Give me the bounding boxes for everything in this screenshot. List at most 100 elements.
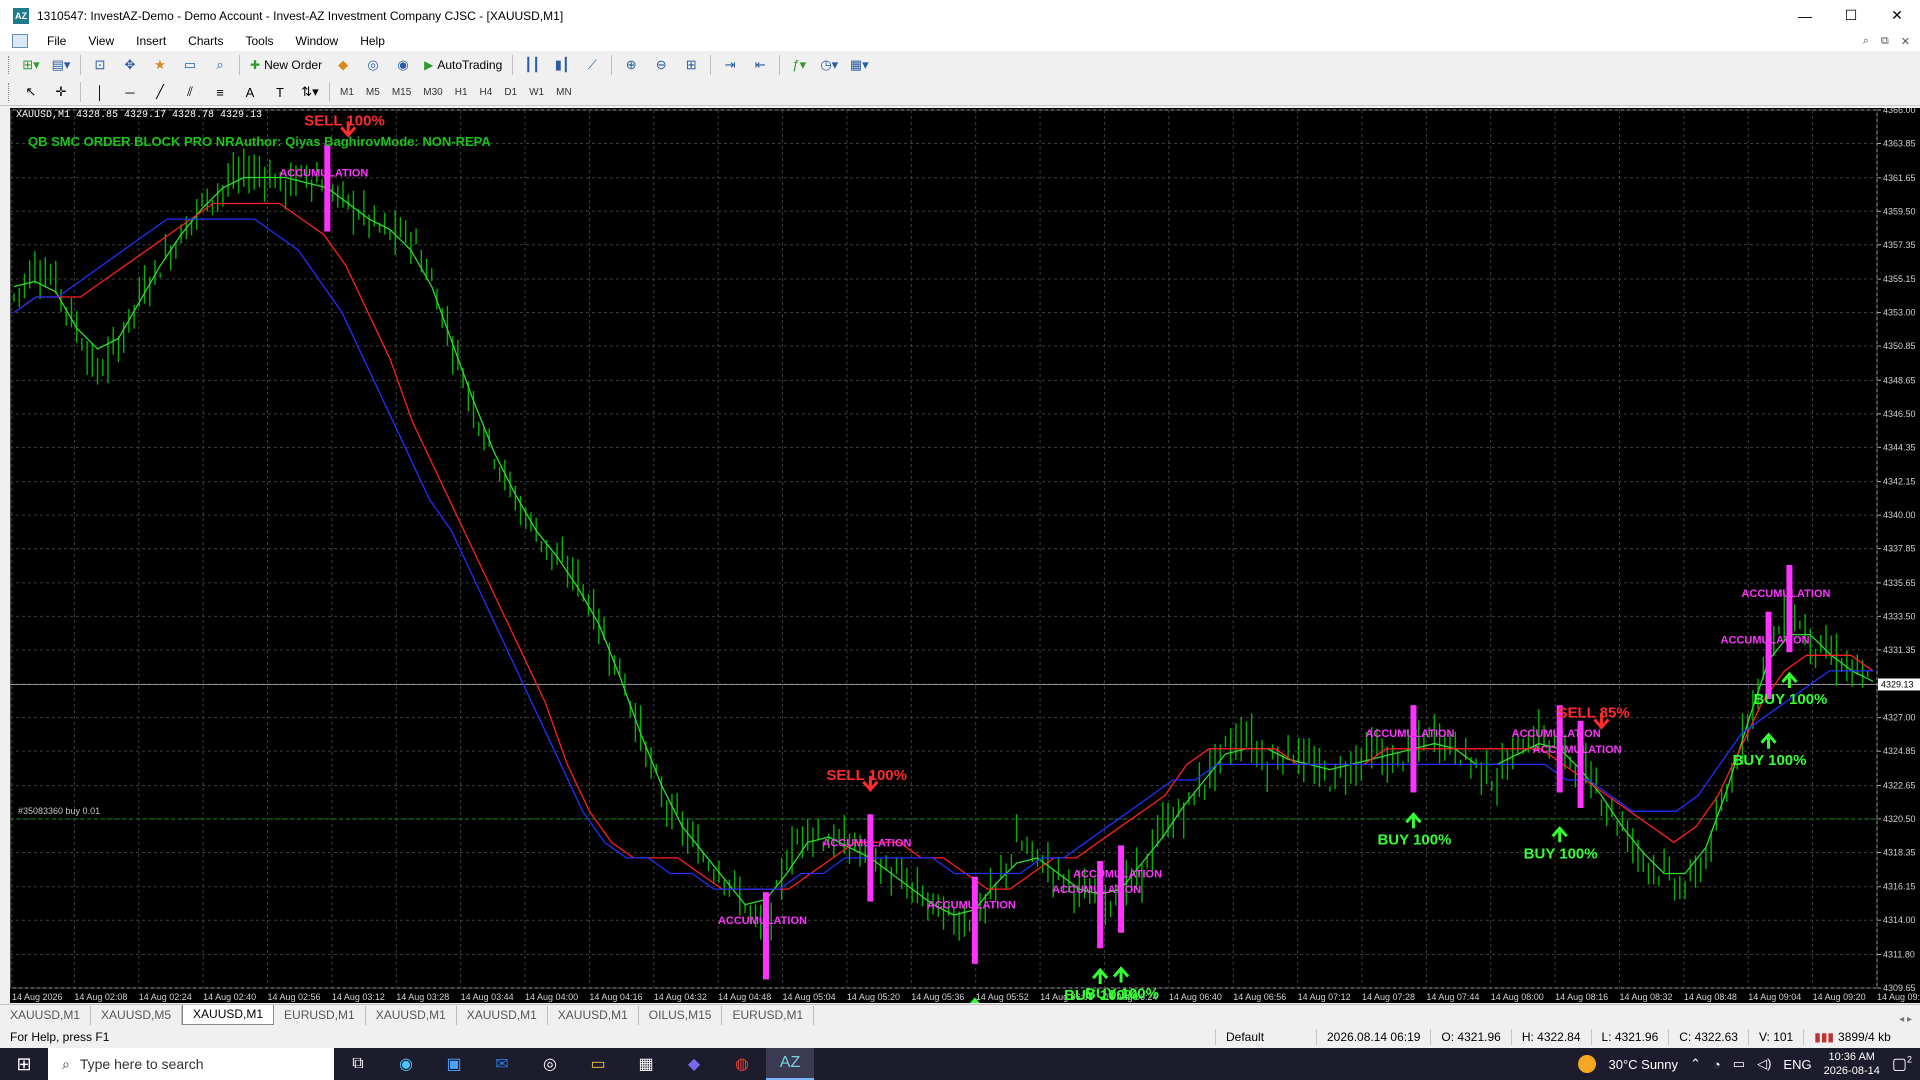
data-window-icon[interactable]: ✥: [117, 54, 143, 76]
text-icon[interactable]: A: [237, 81, 263, 103]
tab-chart-2[interactable]: XAUUSD,M5: [91, 1006, 183, 1025]
document-icon: [12, 34, 28, 48]
menu-file[interactable]: File: [36, 34, 77, 48]
close-child-icon[interactable]: ✕: [1901, 35, 1910, 48]
timeframe-m15[interactable]: M15: [386, 83, 417, 101]
tab-chart-6[interactable]: XAUUSD,M1: [457, 1006, 548, 1025]
trendline-icon[interactable]: ╱: [147, 81, 173, 103]
buy-signal-label: BUY 100%: [1085, 986, 1159, 1003]
language-indicator[interactable]: ENG: [1783, 1057, 1811, 1072]
file-explorer-icon[interactable]: ▭: [574, 1048, 622, 1080]
tab-chart-9[interactable]: EURUSD,M1: [722, 1006, 815, 1025]
templates-icon[interactable]: ▦▾: [846, 54, 872, 76]
tab-scroll-arrows[interactable]: ◂ ▸: [1899, 1014, 1912, 1025]
media-icon[interactable]: ◎: [526, 1048, 574, 1080]
volume-icon[interactable]: ◁): [1757, 1056, 1771, 1072]
periods-icon[interactable]: ◷▾: [816, 54, 842, 76]
menu-help[interactable]: Help: [349, 34, 396, 48]
tab-chart-7[interactable]: XAUUSD,M1: [548, 1006, 639, 1025]
price-tick-label: 4311.80: [1883, 950, 1915, 960]
timeframe-m5[interactable]: M5: [360, 83, 386, 101]
start-button[interactable]: ⊞: [0, 1048, 48, 1080]
market-watch-icon[interactable]: ⊡: [87, 54, 113, 76]
text-label-icon[interactable]: T: [267, 81, 293, 103]
menu-tools[interactable]: Tools: [235, 34, 285, 48]
weather-icon[interactable]: [1578, 1055, 1597, 1073]
crosshair-icon[interactable]: ✛: [48, 81, 74, 103]
tab-chart-4[interactable]: EURUSD,M1: [274, 1006, 366, 1025]
tab-chart-5[interactable]: XAUUSD,M1: [366, 1006, 457, 1025]
timeframe-h1[interactable]: H1: [449, 83, 474, 101]
menu-insert[interactable]: Insert: [125, 34, 177, 48]
metaeditor-icon[interactable]: ◆: [330, 54, 356, 76]
terminal-icon[interactable]: ▭: [177, 54, 203, 76]
tray-overflow-icon[interactable]: ⌃: [1690, 1056, 1701, 1072]
menu-window[interactable]: Window: [285, 34, 350, 48]
store-icon[interactable]: ▣: [430, 1048, 478, 1080]
menu-view[interactable]: View: [77, 34, 125, 48]
outlook-icon[interactable]: ✉: [478, 1048, 526, 1080]
network-icon[interactable]: ◔: [1713, 1057, 1721, 1072]
timeframe-m30[interactable]: M30: [417, 83, 448, 101]
open-order-label[interactable]: #35083360 buy 0.01: [18, 806, 100, 816]
channel-icon[interactable]: ⫽: [177, 81, 203, 103]
timeframe-d1[interactable]: D1: [498, 83, 523, 101]
fibonacci-icon[interactable]: ≡: [207, 81, 233, 103]
signals-icon[interactable]: ◎: [360, 54, 386, 76]
profiles-icon[interactable]: ▤▾: [48, 54, 74, 76]
vertical-line-icon[interactable]: │: [87, 81, 113, 103]
sell-signal-label: SELL 85%: [1557, 704, 1629, 721]
toolbar-grip[interactable]: [8, 83, 12, 101]
menu-charts[interactable]: Charts: [177, 34, 234, 48]
tab-chart-1[interactable]: XAUUSD,M1: [0, 1006, 92, 1025]
navigator-icon[interactable]: ★: [147, 54, 173, 76]
autotrading-button[interactable]: ▶ AutoTrading: [420, 54, 506, 76]
zoom-in-icon[interactable]: ⊕: [618, 54, 644, 76]
time-tick-label: 14 Aug 09:20: [1813, 992, 1866, 1002]
search-icon[interactable]: ⌕: [1863, 35, 1869, 48]
new-chart-icon[interactable]: ⊞▾: [18, 54, 44, 76]
horizontal-line-icon[interactable]: ─: [117, 81, 143, 103]
vps-icon[interactable]: ◉: [390, 54, 416, 76]
investaz-taskbar-icon[interactable]: AZ: [766, 1048, 814, 1080]
battery-icon[interactable]: ▭: [1733, 1056, 1745, 1072]
taskbar-search[interactable]: ⌕ Type here to search: [48, 1048, 334, 1080]
chart-shift-icon[interactable]: ⇤: [747, 54, 773, 76]
calculator-icon[interactable]: ▦: [622, 1048, 670, 1080]
auto-scroll-icon[interactable]: ⇥: [717, 54, 743, 76]
chart-canvas[interactable]: 4366.00 4363.85 4361.65 4359.50 4357.35 4355.…: [10, 108, 1920, 1003]
timeframe-m1[interactable]: M1: [334, 83, 360, 101]
indicators-icon[interactable]: ƒ▾: [786, 54, 812, 76]
clock[interactable]: 10:36 AM 2026-08-14: [1824, 1050, 1880, 1078]
chrome-icon[interactable]: ◍: [718, 1048, 766, 1080]
cursor-icon[interactable]: ↖: [18, 81, 44, 103]
timeframe-h4[interactable]: H4: [474, 83, 499, 101]
status-connection[interactable]: ▮▮▮ 3899/4 kb: [1803, 1029, 1901, 1045]
close-button[interactable]: ✕: [1874, 0, 1920, 31]
time-tick-label: 14 Aug 07:12: [1298, 992, 1351, 1002]
toolbar-grip[interactable]: [8, 56, 12, 74]
tab-chart-8[interactable]: OILUS,M15: [639, 1006, 723, 1025]
tab-chart-3-active[interactable]: XAUUSD,M1: [182, 1005, 275, 1025]
restore-child-icon[interactable]: ⧉: [1881, 35, 1889, 48]
timeframe-mn[interactable]: MN: [550, 83, 578, 101]
price-chart[interactable]: 4366.00 4363.85 4361.65 4359.50 4357.35 4355.…: [10, 108, 1920, 1003]
timeframe-w1[interactable]: W1: [523, 83, 550, 101]
standard-toolbar: ⊞▾ ▤▾ ⊡ ✥ ★ ▭ ⌕ ✚ New Order ◆ ◎ ◉ ▶ AutoTr…: [0, 51, 1920, 79]
new-order-button[interactable]: ✚ New Order: [246, 54, 326, 76]
bar-chart-icon[interactable]: ┃┃: [519, 54, 545, 76]
candlestick-icon[interactable]: ▮┃: [549, 54, 575, 76]
arrows-icon[interactable]: ⇅▾: [297, 81, 323, 103]
copilot-icon[interactable]: ◉: [382, 1048, 430, 1080]
strategy-tester-icon[interactable]: ⌕: [207, 54, 233, 76]
minimize-button[interactable]: —: [1782, 0, 1828, 31]
notifications-icon[interactable]: ▢2: [1892, 1054, 1912, 1074]
weather-text[interactable]: 30°C Sunny: [1608, 1057, 1678, 1072]
tile-windows-icon[interactable]: ⊞: [678, 54, 704, 76]
zoom-out-icon[interactable]: ⊖: [648, 54, 674, 76]
time-tick-label: 14 Aug 04:32: [654, 992, 707, 1002]
line-chart-icon[interactable]: ⟋: [579, 54, 605, 76]
app-icon-blue[interactable]: ◆: [670, 1048, 718, 1080]
maximize-button[interactable]: ☐: [1828, 0, 1874, 31]
task-view-icon[interactable]: ⧉: [334, 1048, 382, 1080]
